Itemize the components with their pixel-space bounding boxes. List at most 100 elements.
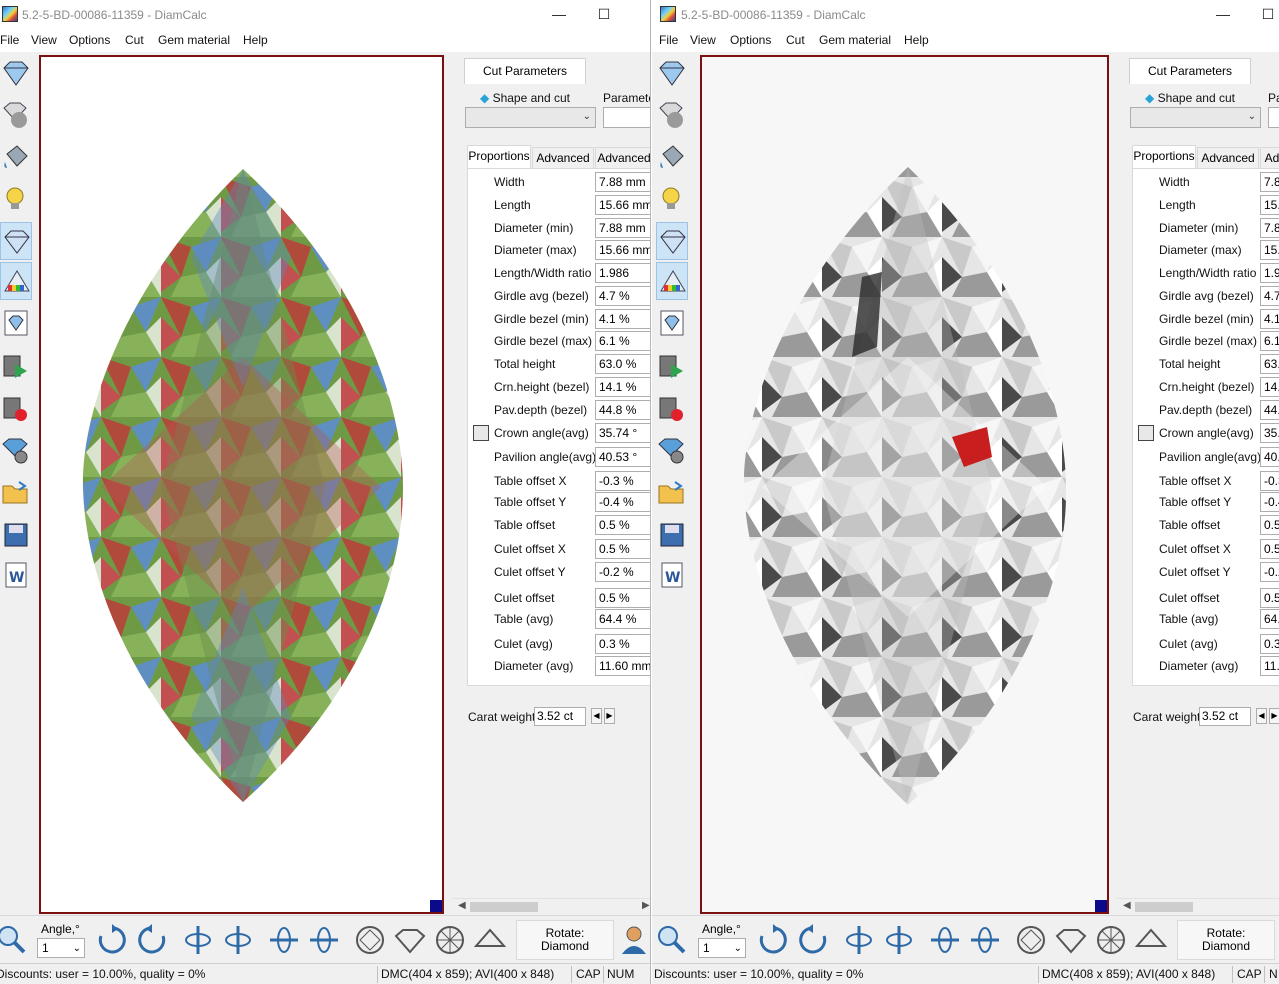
panel-horizontal-scrollbar[interactable]: ◀ ▶ xyxy=(452,898,650,914)
property-value-input[interactable]: -0.3 xyxy=(1260,471,1279,491)
property-value-input[interactable]: 7.88 mm xyxy=(595,218,650,238)
side-view-button[interactable] xyxy=(1055,924,1087,956)
angle-select[interactable]: 1 ⌄ xyxy=(698,938,746,958)
parameters-field[interactable] xyxy=(1268,107,1279,128)
property-value-input[interactable]: 11. xyxy=(1260,656,1279,676)
render-mode-button[interactable] xyxy=(0,222,32,260)
subtab-advanced-2[interactable]: Advanced xyxy=(595,147,650,169)
scroll-thumb[interactable] xyxy=(1135,902,1193,912)
spectrum-button[interactable] xyxy=(656,262,688,300)
tilt-up-button[interactable] xyxy=(268,924,300,956)
carat-weight-input[interactable]: 3.52 ct xyxy=(1199,707,1251,726)
property-value-input[interactable]: 35.74 ° xyxy=(595,423,650,443)
property-value-input[interactable]: 4.7 % xyxy=(595,286,650,306)
paint-bucket-button[interactable] xyxy=(0,138,32,176)
report-button[interactable] xyxy=(656,304,688,342)
property-value-input[interactable]: 64. xyxy=(1260,609,1279,629)
lock-toggle-icon[interactable] xyxy=(1138,425,1154,441)
maximize-button[interactable]: ☐ xyxy=(594,4,614,24)
settings-diamond-button[interactable] xyxy=(656,432,688,470)
property-value-input[interactable]: 0.5 xyxy=(1260,539,1279,559)
property-value-input[interactable]: 15. xyxy=(1260,195,1279,215)
viewport-resize-corner[interactable] xyxy=(430,900,442,912)
subtab-advanced-1[interactable]: Advanced xyxy=(1197,147,1259,169)
spectrum-button[interactable] xyxy=(0,262,32,300)
rotate-mode-box[interactable]: Rotate: Diamond xyxy=(516,920,614,960)
property-value-input[interactable]: 7.88 mm xyxy=(595,172,650,192)
rotate-cw-button[interactable] xyxy=(96,924,128,956)
property-value-input[interactable]: 0.5 xyxy=(1260,588,1279,608)
subtab-advanced-2[interactable]: Adv xyxy=(1260,147,1279,169)
property-value-input[interactable]: 4.1 xyxy=(1260,309,1279,329)
carat-spin-up[interactable]: ▶ xyxy=(604,708,615,724)
menu-file[interactable]: File xyxy=(0,33,19,47)
rotate-ccw-button[interactable] xyxy=(136,924,168,956)
property-value-input[interactable]: 0.5 xyxy=(1260,515,1279,535)
shape-and-cut-select[interactable]: ⌄ xyxy=(465,107,596,128)
property-value-input[interactable]: -0.3 % xyxy=(595,471,650,491)
property-value-input[interactable]: 1.986 xyxy=(595,263,650,283)
property-value-input[interactable]: 63.0 % xyxy=(595,354,650,374)
tilt-down-button[interactable] xyxy=(969,924,1001,956)
play-video-button[interactable] xyxy=(0,348,32,386)
save-button[interactable] xyxy=(0,516,32,554)
rotate-ccw-button[interactable] xyxy=(797,924,829,956)
diamond-sphere-button[interactable] xyxy=(656,96,688,134)
menu-gem-material[interactable]: Gem material xyxy=(819,33,891,47)
property-value-input[interactable]: 40.53 ° xyxy=(595,447,650,467)
property-value-input[interactable]: -0.2 xyxy=(1260,562,1279,582)
property-value-input[interactable]: -0.4 xyxy=(1260,492,1279,512)
shape-and-cut-select[interactable]: ⌄ xyxy=(1130,107,1261,128)
save-button[interactable] xyxy=(656,516,688,554)
menu-help[interactable]: Help xyxy=(904,33,929,47)
maximize-button[interactable]: ☐ xyxy=(1258,4,1278,24)
minimize-button[interactable]: — xyxy=(549,4,569,24)
menu-cut[interactable]: Cut xyxy=(125,33,144,47)
lighting-button[interactable] xyxy=(0,180,32,218)
carat-spin-down[interactable]: ◀ xyxy=(591,708,602,724)
menu-options[interactable]: Options xyxy=(730,33,771,47)
diamond-viewport[interactable] xyxy=(700,55,1109,914)
title-bar[interactable]: 5.2-5-BD-00086-11359 - DiamCalc — ☐ xyxy=(0,0,650,30)
tilt-right-button[interactable] xyxy=(883,924,915,956)
property-value-input[interactable]: -0.4 % xyxy=(595,492,650,512)
property-value-input[interactable]: 0.5 % xyxy=(595,588,650,608)
side-view-button[interactable] xyxy=(394,924,426,956)
property-value-input[interactable]: 7.8 xyxy=(1260,172,1279,192)
record-video-button[interactable] xyxy=(656,390,688,428)
pavilion-view-button[interactable] xyxy=(1134,924,1168,956)
parameters-field[interactable] xyxy=(603,107,650,128)
property-value-input[interactable]: 15.66 mm xyxy=(595,195,650,215)
scroll-right-arrow[interactable]: ▶ xyxy=(642,900,650,911)
property-value-input[interactable]: 14.1 % xyxy=(595,377,650,397)
scroll-left-arrow[interactable]: ◀ xyxy=(1123,900,1131,911)
diamond-sphere-button[interactable] xyxy=(0,96,32,134)
open-file-button[interactable] xyxy=(0,474,32,512)
property-value-input[interactable]: -0.2 % xyxy=(595,562,650,582)
open-file-button[interactable] xyxy=(656,474,688,512)
property-value-input[interactable]: 64.4 % xyxy=(595,609,650,629)
record-video-button[interactable] xyxy=(0,390,32,428)
diamond-view-button[interactable] xyxy=(656,54,688,92)
property-value-input[interactable]: 0.5 % xyxy=(595,539,650,559)
scroll-thumb[interactable] xyxy=(470,902,538,912)
tab-cut-parameters[interactable]: Cut Parameters xyxy=(464,58,586,84)
property-value-input[interactable]: 14. xyxy=(1260,377,1279,397)
settings-diamond-button[interactable] xyxy=(0,432,32,470)
angle-select[interactable]: 1 ⌄ xyxy=(37,938,85,958)
minimize-button[interactable]: — xyxy=(1213,4,1233,24)
export-word-button[interactable]: W xyxy=(0,556,32,594)
property-value-input[interactable]: 15.66 mm xyxy=(595,240,650,260)
menu-options[interactable]: Options xyxy=(69,33,110,47)
lock-toggle-icon[interactable] xyxy=(473,425,489,441)
zoom-button[interactable] xyxy=(656,924,688,956)
panel-horizontal-scrollbar[interactable]: ◀ xyxy=(1117,898,1279,914)
carat-spin-up[interactable]: ▶ xyxy=(1269,708,1279,724)
menu-file[interactable]: File xyxy=(659,33,678,47)
top-view-button[interactable] xyxy=(354,924,386,956)
tab-cut-parameters[interactable]: Cut Parameters xyxy=(1129,58,1251,84)
property-value-input[interactable]: 6.1 xyxy=(1260,331,1279,351)
menu-help[interactable]: Help xyxy=(243,33,268,47)
property-value-input[interactable]: 44.8 % xyxy=(595,400,650,420)
property-value-input[interactable]: 6.1 % xyxy=(595,331,650,351)
